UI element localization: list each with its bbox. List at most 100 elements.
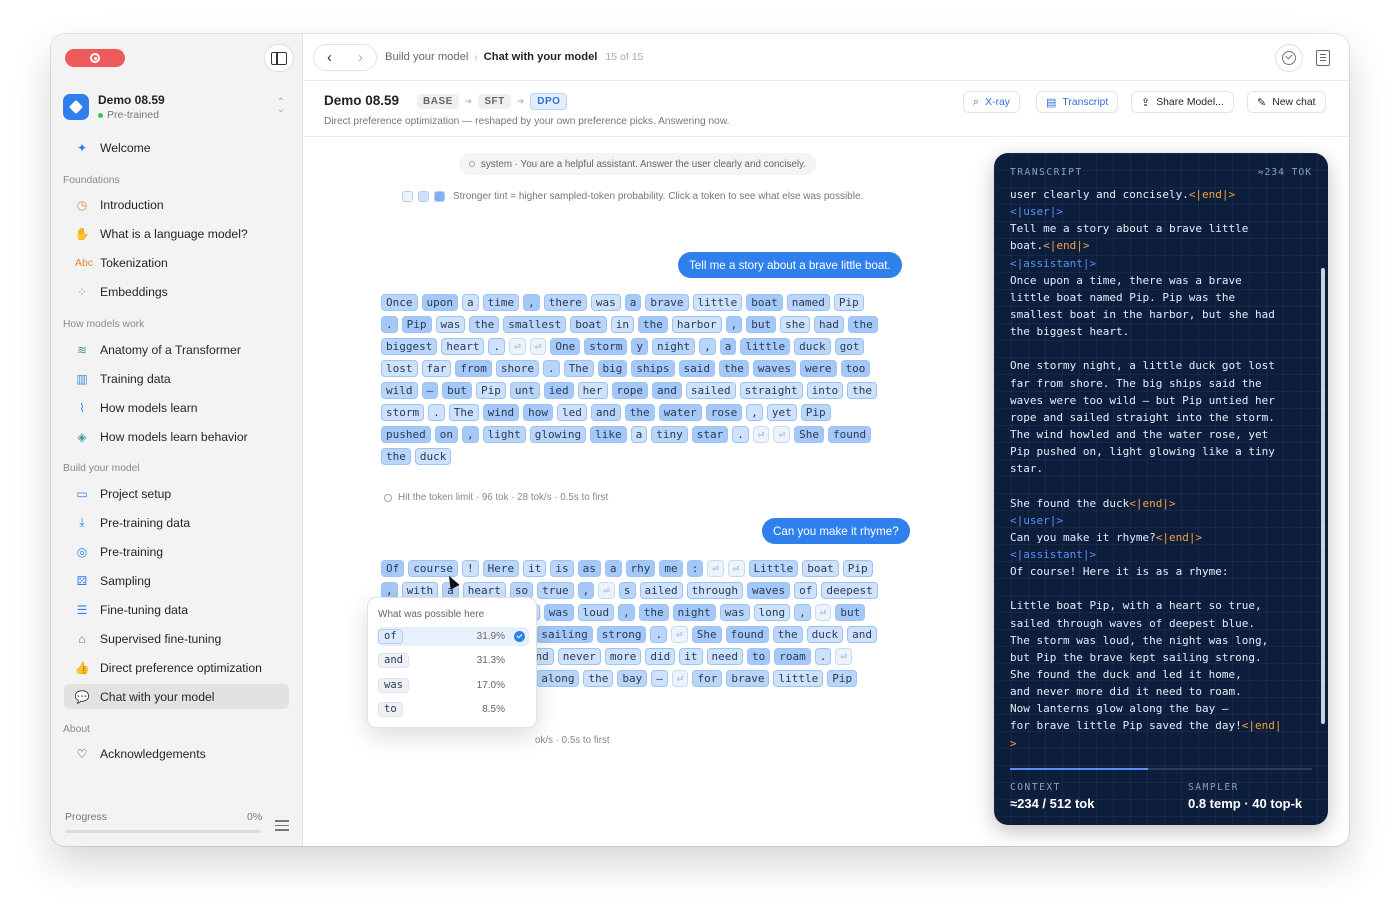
token[interactable]: and <box>590 404 621 421</box>
token[interactable]: . <box>543 360 560 377</box>
token[interactable]: little <box>773 670 824 687</box>
sidebar-item-how-models-learn-behavior[interactable]: ◈ How models learn behavior <box>64 424 289 449</box>
model-selector[interactable]: Demo 08.59 Pre-trained ⌃ ⌄ <box>63 89 291 125</box>
token[interactable]: and <box>652 382 682 399</box>
token[interactable]: wind <box>482 404 520 421</box>
token[interactable]: the <box>583 670 614 687</box>
token[interactable]: , <box>746 404 763 421</box>
token[interactable]: lost <box>381 360 418 377</box>
token[interactable]: Pip <box>800 404 831 421</box>
token[interactable]: water <box>658 404 702 421</box>
token[interactable]: did <box>645 648 676 665</box>
mark-complete-button[interactable] <box>1275 44 1303 72</box>
token[interactable]: , <box>725 316 743 333</box>
alternative-token-row[interactable]: to 8.5% <box>377 700 529 719</box>
sidebar-item-project-setup[interactable]: ▭ Project setup <box>64 481 289 506</box>
token[interactable]: The <box>448 404 479 421</box>
token[interactable]: , <box>794 604 811 621</box>
token[interactable]: light <box>482 426 526 443</box>
token[interactable]: the <box>847 316 878 333</box>
newline-token[interactable]: ⏎ <box>835 648 852 665</box>
token[interactable]: brave <box>645 294 689 311</box>
token[interactable]: . <box>814 648 832 665</box>
token[interactable]: but <box>835 604 866 621</box>
token[interactable]: straight <box>739 382 803 399</box>
token[interactable]: time <box>482 294 520 311</box>
token[interactable]: night <box>651 338 696 355</box>
token[interactable]: led <box>557 404 587 421</box>
xray-button[interactable]: ⌕ X-ray <box>963 91 1020 113</box>
token[interactable]: night <box>672 604 716 621</box>
token[interactable]: along <box>536 670 580 687</box>
token[interactable]: rope <box>611 382 648 399</box>
token[interactable]: tiny <box>651 426 688 443</box>
token[interactable]: . <box>732 426 749 443</box>
token[interactable]: found <box>725 626 769 643</box>
token[interactable]: biggest <box>381 338 438 355</box>
token[interactable]: found <box>827 426 872 443</box>
token[interactable]: sailing <box>536 626 593 643</box>
alternative-token-row[interactable]: was 17.0% <box>377 676 529 695</box>
token[interactable]: like <box>590 426 627 443</box>
token[interactable]: far <box>421 360 452 377</box>
token[interactable]: Little <box>748 560 799 577</box>
breadcrumb-parent[interactable]: Build your model <box>385 51 468 63</box>
alternative-token-row[interactable]: and 31.3% <box>377 651 529 670</box>
token[interactable]: but <box>746 316 777 333</box>
token[interactable]: the <box>638 604 669 621</box>
token[interactable]: long <box>753 604 791 621</box>
token[interactable]: She <box>691 626 722 643</box>
token[interactable]: ! <box>462 560 479 577</box>
sidebar-item-chat-with-your-model[interactable]: 💬 Chat with your model <box>64 684 289 709</box>
token[interactable]: heart <box>441 338 485 355</box>
token[interactable]: little <box>692 294 743 311</box>
token[interactable]: of <box>794 582 818 599</box>
notes-button[interactable] <box>1309 44 1337 72</box>
token[interactable]: loud <box>577 604 615 621</box>
record-button[interactable] <box>65 49 125 67</box>
token[interactable]: One <box>550 338 581 355</box>
token[interactable]: Pip <box>476 382 506 399</box>
newline-token[interactable]: ⏎ <box>598 582 615 599</box>
newline-token[interactable]: ⏎ <box>671 626 688 643</box>
token[interactable]: too <box>840 360 871 377</box>
token[interactable]: rhy <box>625 560 656 577</box>
token[interactable]: wild <box>381 382 418 399</box>
back-button[interactable]: ‹ <box>314 45 345 70</box>
token[interactable]: a <box>604 560 622 577</box>
token[interactable]: Pip <box>827 670 858 687</box>
token[interactable]: the <box>624 404 655 421</box>
token[interactable]: Once <box>381 294 418 311</box>
settings-sliders-icon[interactable] <box>275 820 289 832</box>
newline-token[interactable]: ⏎ <box>773 426 791 443</box>
token[interactable]: me <box>659 560 683 577</box>
token[interactable]: were <box>800 360 837 377</box>
token[interactable]: the <box>719 360 749 377</box>
token[interactable]: Pip <box>401 316 432 333</box>
token[interactable]: deepest <box>821 582 878 599</box>
token[interactable]: for <box>692 670 723 687</box>
sidebar-item-how-models-learn[interactable]: ⌇ How models learn <box>64 395 289 420</box>
token[interactable]: She <box>794 426 824 443</box>
token[interactable]: . <box>381 316 398 333</box>
sidebar-item-training-data[interactable]: ▥ Training data <box>64 366 289 391</box>
token[interactable]: ships <box>631 360 675 377</box>
scrollbar[interactable] <box>1321 268 1325 724</box>
token[interactable]: big <box>597 360 628 377</box>
token[interactable]: Of <box>381 560 405 577</box>
token[interactable]: yet <box>766 404 797 421</box>
token[interactable]: little <box>740 338 791 355</box>
token[interactable]: Here <box>482 560 520 577</box>
token[interactable]: to <box>747 648 771 665</box>
token[interactable]: s <box>618 582 636 599</box>
token[interactable]: storm <box>381 404 425 421</box>
token[interactable]: . <box>488 338 506 355</box>
token[interactable]: glowing <box>529 426 587 443</box>
newline-token[interactable]: ⏎ <box>671 670 689 687</box>
token[interactable]: never <box>557 648 601 665</box>
token[interactable]: boat <box>746 294 783 311</box>
token[interactable]: boat <box>570 316 607 333</box>
token[interactable]: , <box>618 604 635 621</box>
token[interactable]: strong <box>596 626 647 643</box>
token[interactable]: is <box>550 560 574 577</box>
